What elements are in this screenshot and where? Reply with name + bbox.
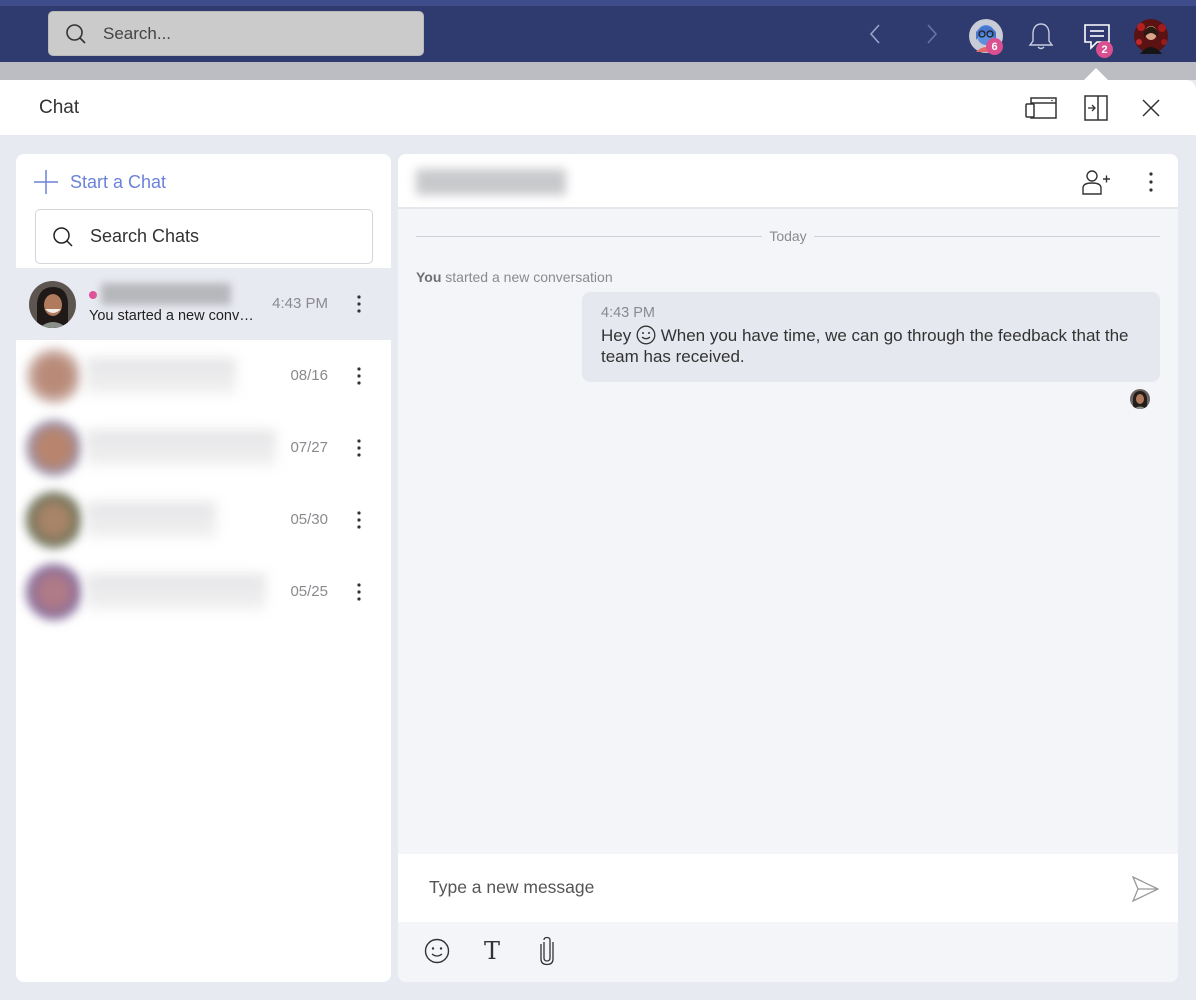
notifications-button[interactable] xyxy=(1021,16,1061,56)
message-bubble[interactable]: 4:43 PM Hey When you have time, we can g… xyxy=(582,292,1160,382)
popout-button[interactable] xyxy=(1024,92,1058,124)
close-panel-button[interactable] xyxy=(1134,92,1168,124)
contact-avatar xyxy=(26,420,82,476)
system-actor: You xyxy=(416,269,442,285)
search-icon xyxy=(66,23,86,44)
conversation-header xyxy=(398,154,1178,209)
panel-caret xyxy=(1084,68,1108,80)
chat-list: You started a new conv… 4:43 PM 08/16 07 xyxy=(16,268,391,628)
start-chat-label: Start a Chat xyxy=(70,171,167,192)
start-chat-button[interactable]: Start a Chat xyxy=(34,168,166,196)
more-vertical-icon xyxy=(1149,172,1153,192)
forward-button[interactable] xyxy=(920,21,944,47)
bell-icon xyxy=(1028,23,1054,50)
system-text: started a new conversation xyxy=(441,269,613,285)
dock-panel-icon xyxy=(1084,95,1108,121)
more-vertical-icon xyxy=(357,439,361,457)
divider xyxy=(416,235,763,237)
chat-list-item[interactable]: 05/30 xyxy=(16,484,391,556)
chat-time: 08/16 xyxy=(290,367,328,384)
close-icon xyxy=(1142,99,1160,117)
search-icon xyxy=(53,226,73,247)
chat-more-button[interactable] xyxy=(349,362,369,390)
search-chats-input[interactable]: Search Chats xyxy=(35,209,373,264)
system-message: You started a new conversation xyxy=(416,269,613,285)
smiley-emoji-icon xyxy=(636,325,656,345)
contact-avatar xyxy=(29,281,76,328)
text-format-icon: T xyxy=(483,937,500,965)
apps-badge: 6 xyxy=(986,38,1003,55)
read-receipt-avatar xyxy=(1130,389,1150,409)
chat-time: 4:43 PM xyxy=(272,295,328,312)
chat-panel: Chat Start a Chat Search Chats You start… xyxy=(0,80,1196,1000)
more-vertical-icon xyxy=(357,295,361,313)
more-vertical-icon xyxy=(357,367,361,385)
chat-more-button[interactable] xyxy=(349,506,369,534)
contact-info-redacted xyxy=(86,502,216,538)
unread-dot xyxy=(89,291,97,299)
plus-icon xyxy=(34,170,58,194)
message-text-end: When you have time, we can go through th… xyxy=(601,326,1129,366)
more-vertical-icon xyxy=(357,511,361,529)
top-bar: Search... 6 2 xyxy=(0,0,1196,62)
message-text-start: Hey xyxy=(601,326,636,345)
emoji-button[interactable] xyxy=(422,936,452,966)
attach-file-button[interactable] xyxy=(532,936,562,966)
conversation-name-redacted xyxy=(416,169,566,195)
send-button[interactable] xyxy=(1130,874,1160,904)
global-search-input[interactable]: Search... xyxy=(48,11,424,56)
backdrop-strip xyxy=(0,62,1196,80)
user-avatar xyxy=(1134,19,1168,54)
message-text: Hey When you have time, we can go throug… xyxy=(601,325,1141,367)
compose-placeholder: Type a new message xyxy=(429,877,595,897)
chat-time: 05/25 xyxy=(290,583,328,600)
chat-more-button[interactable] xyxy=(349,578,369,606)
divider xyxy=(813,235,1161,237)
conversation-pane: Today You started a new conversation 4:4… xyxy=(398,154,1178,982)
smiley-icon xyxy=(424,938,450,964)
chat-button[interactable]: 2 xyxy=(1077,16,1117,58)
chat-more-button[interactable] xyxy=(349,434,369,462)
chat-more-button[interactable] xyxy=(349,290,369,318)
chat-list-pane: Start a Chat Search Chats You started a … xyxy=(16,154,391,982)
chat-panel-title: Chat xyxy=(39,97,80,118)
chevron-left-icon xyxy=(869,24,880,44)
chat-list-item[interactable]: 08/16 xyxy=(16,340,391,412)
paperclip-icon xyxy=(540,936,554,966)
chevron-right-icon xyxy=(927,24,938,44)
contact-info-redacted xyxy=(86,430,276,466)
add-participant-button[interactable] xyxy=(1080,166,1112,198)
conversation-more-button[interactable] xyxy=(1135,166,1167,198)
global-search-placeholder: Search... xyxy=(103,23,172,43)
contact-info-redacted xyxy=(86,358,236,394)
add-user-icon xyxy=(1082,170,1110,195)
chat-badge: 2 xyxy=(1096,41,1113,58)
chat-preview: You started a new conv… xyxy=(89,308,254,324)
chat-list-item[interactable]: 05/25 xyxy=(16,556,391,628)
format-text-button[interactable]: T xyxy=(477,936,507,966)
back-button[interactable] xyxy=(863,21,887,47)
day-separator: Today xyxy=(416,227,1161,245)
chat-list-item[interactable]: 07/27 xyxy=(16,412,391,484)
popout-window-icon xyxy=(1025,97,1057,119)
contact-avatar xyxy=(26,564,82,620)
chat-time: 05/30 xyxy=(290,511,328,528)
compose-toolbar: T xyxy=(398,922,1178,982)
contact-name-redacted xyxy=(101,283,231,305)
message-compose-input[interactable]: Type a new message xyxy=(398,854,1178,922)
more-vertical-icon xyxy=(357,583,361,601)
chat-time: 07/27 xyxy=(290,439,328,456)
send-icon xyxy=(1131,876,1159,902)
message-time: 4:43 PM xyxy=(601,305,655,321)
contact-avatar xyxy=(26,492,82,548)
contact-info-redacted xyxy=(86,574,266,610)
user-avatar-button[interactable] xyxy=(1131,16,1171,56)
day-label: Today xyxy=(769,228,807,244)
chat-panel-header: Chat xyxy=(0,80,1196,135)
dock-panel-button[interactable] xyxy=(1079,92,1113,124)
apps-button[interactable]: 6 xyxy=(966,16,1006,56)
contact-avatar xyxy=(26,348,82,404)
chat-list-item[interactable]: You started a new conv… 4:43 PM xyxy=(16,268,391,340)
search-chats-placeholder: Search Chats xyxy=(90,226,200,246)
